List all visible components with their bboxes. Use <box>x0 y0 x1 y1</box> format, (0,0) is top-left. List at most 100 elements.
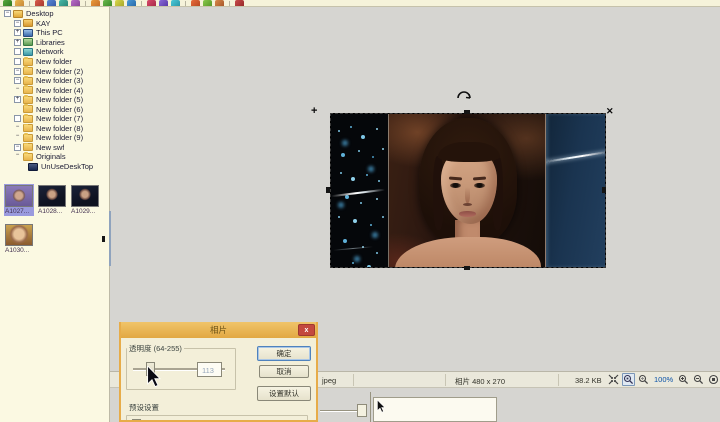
toolbar-item[interactable] <box>29 1 30 6</box>
status-filename: jpeg <box>322 376 337 385</box>
tree-item[interactable]: This PC <box>2 28 108 38</box>
tree-item-label: New folder (9) <box>36 133 84 143</box>
selection-handle[interactable] <box>602 187 606 193</box>
tree-item[interactable]: New folder <box>2 56 108 67</box>
toolbar-item[interactable] <box>147 0 156 6</box>
toolbar-item[interactable] <box>15 0 24 6</box>
tree-expander-icon[interactable] <box>14 19 21 27</box>
tree-expander-icon[interactable] <box>14 77 21 85</box>
thumbnail[interactable]: A1029... <box>70 184 100 216</box>
tree-item[interactable]: New swf <box>2 142 108 153</box>
thumbnail[interactable]: A1028... <box>37 184 67 216</box>
tree-item-label: New folder (7) <box>36 114 84 124</box>
zoom-fit-icon[interactable] <box>637 373 650 386</box>
bokeh-dots <box>332 120 334 122</box>
toolbar-item[interactable] <box>185 1 186 6</box>
rotate-handle-icon[interactable] <box>455 87 473 100</box>
toolbar-item[interactable] <box>171 0 180 6</box>
toolbar-item[interactable] <box>191 0 200 6</box>
cursor-arrow-icon <box>147 366 161 388</box>
tree-expander-icon[interactable] <box>14 143 21 151</box>
zoom-out-icon[interactable] <box>692 373 705 386</box>
toolbar-item[interactable] <box>47 0 56 6</box>
remove-selection-icon[interactable]: ✕ <box>606 106 614 117</box>
dialog-title-bar[interactable]: 相片 x <box>121 322 316 338</box>
toolbar-item[interactable] <box>215 0 224 6</box>
tree-item[interactable]: New folder (9) <box>2 133 108 143</box>
folder-icon <box>23 94 33 104</box>
tree-item[interactable]: KAY <box>2 19 108 29</box>
selection-handle[interactable] <box>464 110 470 114</box>
toolbar-item[interactable] <box>85 1 86 6</box>
tree-expander-icon[interactable] <box>14 48 21 56</box>
cancel-button[interactable]: 取消 <box>259 365 309 378</box>
add-point-icon[interactable]: + <box>311 105 317 117</box>
toolbar-item[interactable] <box>3 0 12 6</box>
tree-expander-icon[interactable] <box>14 115 21 123</box>
lock-zoom-icon[interactable] <box>707 373 720 386</box>
image-canvas[interactable] <box>330 113 606 268</box>
tree-item[interactable]: New folder (2) <box>2 66 108 76</box>
tree-expander-icon[interactable] <box>14 67 21 75</box>
tree-expander-icon[interactable] <box>14 134 21 141</box>
zoom-actual-size-icon[interactable] <box>622 373 635 386</box>
tree-item[interactable]: Libraries <box>2 38 108 48</box>
tree-expander-icon[interactable] <box>14 125 21 132</box>
tree-item-label: Originals <box>36 152 66 162</box>
light-streak <box>333 246 373 251</box>
tree-expander-icon[interactable] <box>14 96 21 104</box>
thumbnail-image <box>5 185 33 207</box>
tree-item[interactable]: New folder (4) <box>2 85 108 95</box>
status-file-size: 38.2 KB <box>575 376 602 385</box>
selection-handle[interactable] <box>326 187 330 193</box>
sidebar-scrollbar[interactable] <box>109 211 111 266</box>
tree-item[interactable]: New folder (5) <box>2 94 108 105</box>
thumbnail[interactable]: A1030... <box>4 223 34 255</box>
tree-expander-icon[interactable] <box>14 38 21 46</box>
toolbar-item[interactable] <box>235 0 244 6</box>
tree-item[interactable]: Network <box>2 47 108 57</box>
toolbar-item[interactable] <box>103 0 112 6</box>
thumbnail-label: A1030... <box>5 247 30 254</box>
tree-expander-icon[interactable] <box>4 10 11 18</box>
toolbar-item[interactable] <box>91 0 100 6</box>
set-default-button[interactable]: 设置默认 <box>257 386 311 401</box>
thumbnail[interactable]: A1027... <box>4 184 34 216</box>
tree-item[interactable]: New folder (7) <box>2 114 108 124</box>
tree-item[interactable]: New folder (8) <box>2 123 108 134</box>
thumbnail-image <box>71 185 99 207</box>
portrait-lips <box>459 211 476 217</box>
ok-button[interactable]: 确定 <box>257 346 311 361</box>
fit-window-icon[interactable] <box>607 373 620 386</box>
tree-item-label: Libraries <box>36 37 65 47</box>
tree-expander-icon[interactable] <box>14 58 21 65</box>
frame-slider-spinner[interactable] <box>357 404 367 417</box>
toolbar-item[interactable] <box>203 0 212 6</box>
tree-item[interactable]: New folder (6) <box>2 104 108 114</box>
toolbar-item[interactable] <box>115 0 124 6</box>
folder-icon <box>23 123 33 133</box>
zoom-in-icon[interactable] <box>677 373 690 386</box>
selection-handle[interactable] <box>464 266 470 270</box>
toolbar-item[interactable] <box>127 0 136 6</box>
toolbar-item[interactable] <box>35 0 44 6</box>
folder-icon <box>23 75 33 85</box>
zoom-toolbar: 100% <box>607 373 720 386</box>
tree-item[interactable]: Originals <box>2 152 108 162</box>
toolbar-item[interactable] <box>159 0 168 6</box>
toolbar-item[interactable] <box>71 0 80 6</box>
frame-slider-track[interactable] <box>320 410 357 411</box>
toolbar-item[interactable] <box>141 1 142 6</box>
tree-expander-icon[interactable] <box>14 29 21 37</box>
transparency-value-field[interactable]: 113 <box>197 362 222 377</box>
dialog-close-button[interactable]: x <box>298 324 315 336</box>
tree-item[interactable]: Desktop <box>2 9 108 19</box>
tree-item[interactable]: New folder (3) <box>2 75 108 86</box>
tree-expander-icon[interactable] <box>14 87 21 94</box>
toolbar-item[interactable] <box>59 0 68 6</box>
toolbar-item[interactable] <box>229 1 230 6</box>
folder-icon <box>23 142 33 152</box>
frame-list-panel[interactable] <box>373 397 497 422</box>
tree-expander-icon[interactable] <box>14 153 21 160</box>
tree-item[interactable]: UnUseDeskTop <box>2 162 108 172</box>
